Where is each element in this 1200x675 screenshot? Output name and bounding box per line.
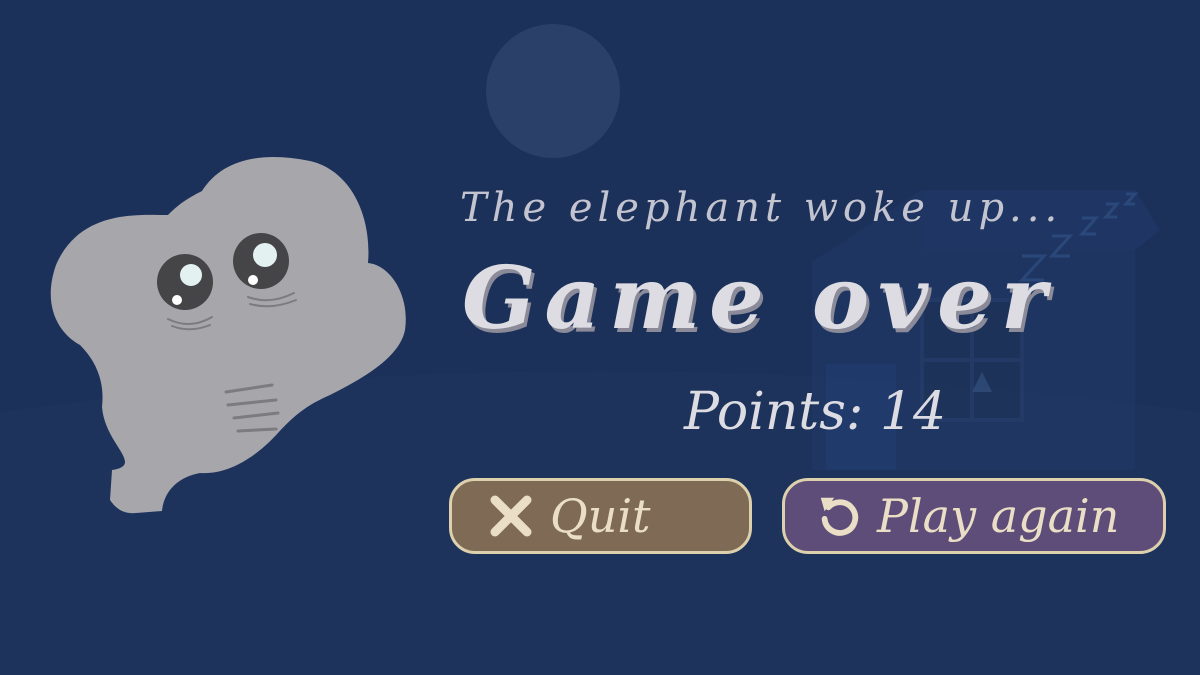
play-again-button[interactable]: Play again [782, 478, 1166, 554]
elephant-head-icon [50, 156, 406, 514]
moon-icon [486, 24, 620, 158]
play-again-button-label: Play again [877, 489, 1120, 543]
score-text: Points: 14 [684, 382, 947, 442]
game-over-title: Game over [462, 248, 1056, 349]
quit-button[interactable]: Quit [449, 478, 752, 554]
close-x-icon [490, 495, 532, 537]
quit-button-label: Quit [550, 489, 651, 543]
subtitle-text: The elephant woke up... [460, 185, 1063, 231]
restart-arrow-icon [820, 497, 859, 536]
